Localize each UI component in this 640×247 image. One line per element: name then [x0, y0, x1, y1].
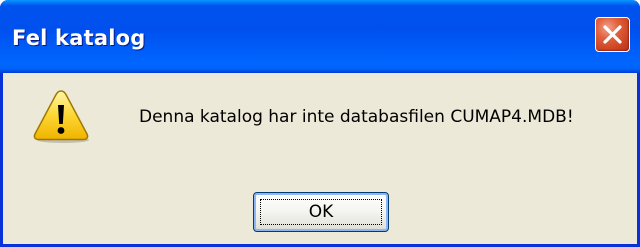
dialog-body: Denna katalog har inte databasfilen CUMA…	[3, 70, 637, 247]
close-button[interactable]	[595, 17, 630, 52]
dialog-title: Fel katalog	[12, 26, 146, 50]
close-icon	[603, 25, 622, 44]
ok-button[interactable]: OK	[253, 192, 389, 232]
dialog-message: Denna katalog har inte databasfilen CUMA…	[139, 107, 574, 127]
dialog-window: Fel katalog Denna katalog har inte datab…	[0, 0, 640, 247]
warning-icon	[33, 90, 89, 143]
title-bar[interactable]: Fel katalog	[0, 0, 640, 73]
ok-button-label: OK	[260, 199, 382, 225]
